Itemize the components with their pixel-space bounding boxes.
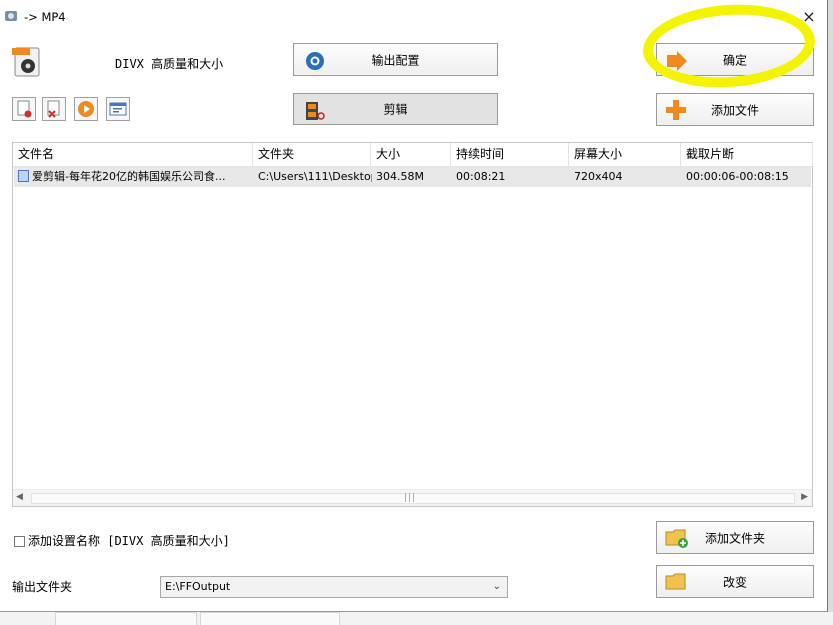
app-window: -> MP4 × DIVX 高质量和大小 输出配置 剪辑 确定 添加文件 文件名… bbox=[0, 0, 828, 612]
output-folder-value: E:\FFOutput bbox=[165, 580, 231, 593]
cell-folder: C:\Users\111\Desktop bbox=[258, 170, 372, 183]
app-icon bbox=[5, 11, 17, 21]
table-header: 文件名 文件夹 大小 持续时间 屏幕大小 截取片断 bbox=[13, 143, 813, 167]
checkbox-label: 添加设置名称 [DIVX 高质量和大小] bbox=[28, 534, 230, 548]
cell-clip: 00:00:06-00:08:15 bbox=[686, 170, 789, 183]
mp4-file-icon bbox=[12, 47, 40, 77]
video-file-icon bbox=[18, 170, 29, 182]
column-header[interactable]: 大小 bbox=[371, 143, 451, 166]
output-folder-select[interactable]: E:\FFOutput ⌄ bbox=[160, 576, 508, 598]
edit-label: 剪辑 bbox=[383, 102, 408, 117]
column-header[interactable]: 文件夹 bbox=[253, 143, 371, 166]
chevron-down-icon: ⌄ bbox=[492, 581, 501, 592]
add-setting-name-checkbox[interactable]: 添加设置名称 [DIVX 高质量和大小] bbox=[14, 532, 230, 549]
output-folder-label: 输出文件夹 bbox=[12, 580, 73, 594]
horizontal-scrollbar[interactable]: ◀ ||| ▶ bbox=[13, 489, 812, 506]
remove-file-button[interactable] bbox=[12, 97, 36, 121]
file-table[interactable]: 文件名 文件夹 大小 持续时间 屏幕大小 截取片断 爱剪辑-每年花20亿的韩国娱… bbox=[12, 142, 813, 507]
add-file-button[interactable]: 添加文件 bbox=[656, 93, 814, 126]
output-config-button[interactable]: 输出配置 bbox=[293, 43, 498, 76]
cell-name: 爱剪辑-每年花20亿的韩国娱乐公司食... bbox=[14, 167, 254, 187]
checkbox[interactable] bbox=[14, 536, 25, 547]
file-name: 爱剪辑-每年花20亿的韩国娱乐公司食... bbox=[32, 170, 226, 183]
change-label: 改变 bbox=[722, 575, 747, 589]
output-config-label: 输出配置 bbox=[371, 53, 420, 67]
cell-size: 304.58M bbox=[376, 170, 424, 183]
background-tab bbox=[55, 612, 197, 625]
add-folder-button[interactable]: 添加文件夹 bbox=[656, 521, 814, 554]
remove-file-icon bbox=[17, 100, 32, 118]
add-file-label: 添加文件 bbox=[710, 103, 759, 117]
column-header[interactable]: 截取片断 bbox=[681, 143, 813, 166]
column-header[interactable]: 持续时间 bbox=[451, 143, 569, 166]
edit-button[interactable]: 剪辑 bbox=[293, 93, 498, 125]
scroll-left-icon[interactable]: ◀ bbox=[16, 492, 23, 502]
column-header[interactable]: 文件名 bbox=[13, 143, 253, 166]
info-button[interactable] bbox=[106, 97, 130, 121]
clear-list-button[interactable] bbox=[42, 97, 66, 121]
info-icon bbox=[109, 102, 127, 116]
background-tab bbox=[200, 612, 340, 625]
cell-duration: 00:08:21 bbox=[456, 170, 506, 183]
grip-icon: ||| bbox=[404, 493, 417, 503]
add-folder-label: 添加文件夹 bbox=[704, 531, 765, 545]
column-header[interactable]: 屏幕大小 bbox=[569, 143, 681, 166]
background-edge bbox=[828, 0, 833, 612]
scroll-thumb[interactable]: ||| bbox=[31, 493, 795, 504]
scroll-right-icon[interactable]: ▶ bbox=[801, 492, 808, 502]
change-button[interactable]: 改变 bbox=[656, 565, 814, 598]
play-button[interactable] bbox=[74, 97, 98, 121]
play-icon bbox=[78, 101, 94, 117]
cell-screen: 720x404 bbox=[574, 170, 623, 183]
clear-list-icon bbox=[47, 100, 60, 118]
preset-label: DIVX 高质量和大小 bbox=[115, 57, 224, 71]
window-title: -> MP4 bbox=[24, 10, 66, 24]
table-row[interactable]: 爱剪辑-每年花20亿的韩国娱乐公司食... C:\Users\111\Deskt… bbox=[14, 167, 811, 187]
